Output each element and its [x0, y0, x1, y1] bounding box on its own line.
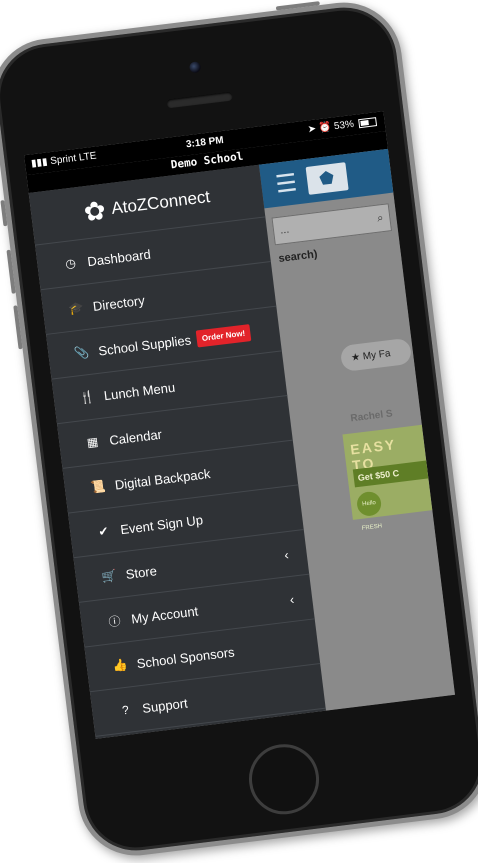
clock-icon: ◷	[64, 255, 77, 272]
question-icon: ?	[121, 702, 130, 718]
school-logo: ⬟	[305, 162, 349, 195]
atoz-flower-icon: ✿	[82, 194, 108, 228]
phone-frame: ▮▮▮ Sprint LTE 3:18 PM ➤ ⏰ 53% Demo Scho…	[0, 0, 478, 863]
scroll-icon: 📜	[89, 478, 107, 495]
sponsor-ad[interactable]: EASY TO Get $50 C Hello FRESH	[342, 424, 433, 532]
mute-switch	[0, 200, 8, 227]
search-input[interactable]: ... ⌕	[271, 203, 393, 246]
power-button	[275, 1, 320, 11]
earpiece-speaker	[166, 91, 233, 109]
chevron-left-icon[interactable]: ‹	[289, 591, 295, 606]
sponsor-name: Rachel S	[349, 408, 394, 425]
volume-up-button	[6, 249, 16, 294]
location-icon: ➤	[307, 123, 317, 136]
chevron-left-icon[interactable]: ‹	[283, 547, 289, 562]
front-camera	[188, 61, 202, 74]
hamburger-menu-icon[interactable]: ☰	[274, 168, 299, 199]
ad-logo: Hello FRESH	[355, 490, 382, 532]
volume-down-button	[13, 305, 23, 350]
favorites-button[interactable]: ★ My Fa	[339, 337, 413, 373]
phone-screen: ▮▮▮ Sprint LTE 3:18 PM ➤ ⏰ 53% Demo Scho…	[24, 111, 455, 739]
calendar-icon: ▦	[86, 434, 99, 450]
thumbs-up-icon: 👍	[111, 657, 129, 674]
order-now-badge[interactable]: Order Now!	[195, 323, 252, 348]
paperclip-icon: 📎	[73, 344, 90, 361]
info-icon: ⓘ	[107, 613, 122, 629]
search-icon[interactable]: ⌕	[376, 212, 384, 226]
alarm-icon: ⏰	[318, 121, 332, 135]
home-button[interactable]	[245, 740, 324, 819]
battery-icon	[358, 116, 378, 129]
cart-icon: 🛒	[100, 568, 118, 584]
search-placeholder: ...	[279, 223, 290, 237]
utensils-icon: 🍴	[78, 389, 96, 406]
search-hint: search)	[277, 248, 319, 265]
check-icon: ✔	[97, 523, 110, 539]
logo-text: AtoZConnect	[110, 186, 212, 218]
star-icon: ★	[350, 351, 361, 364]
graduation-cap-icon: 🎓	[67, 300, 85, 316]
